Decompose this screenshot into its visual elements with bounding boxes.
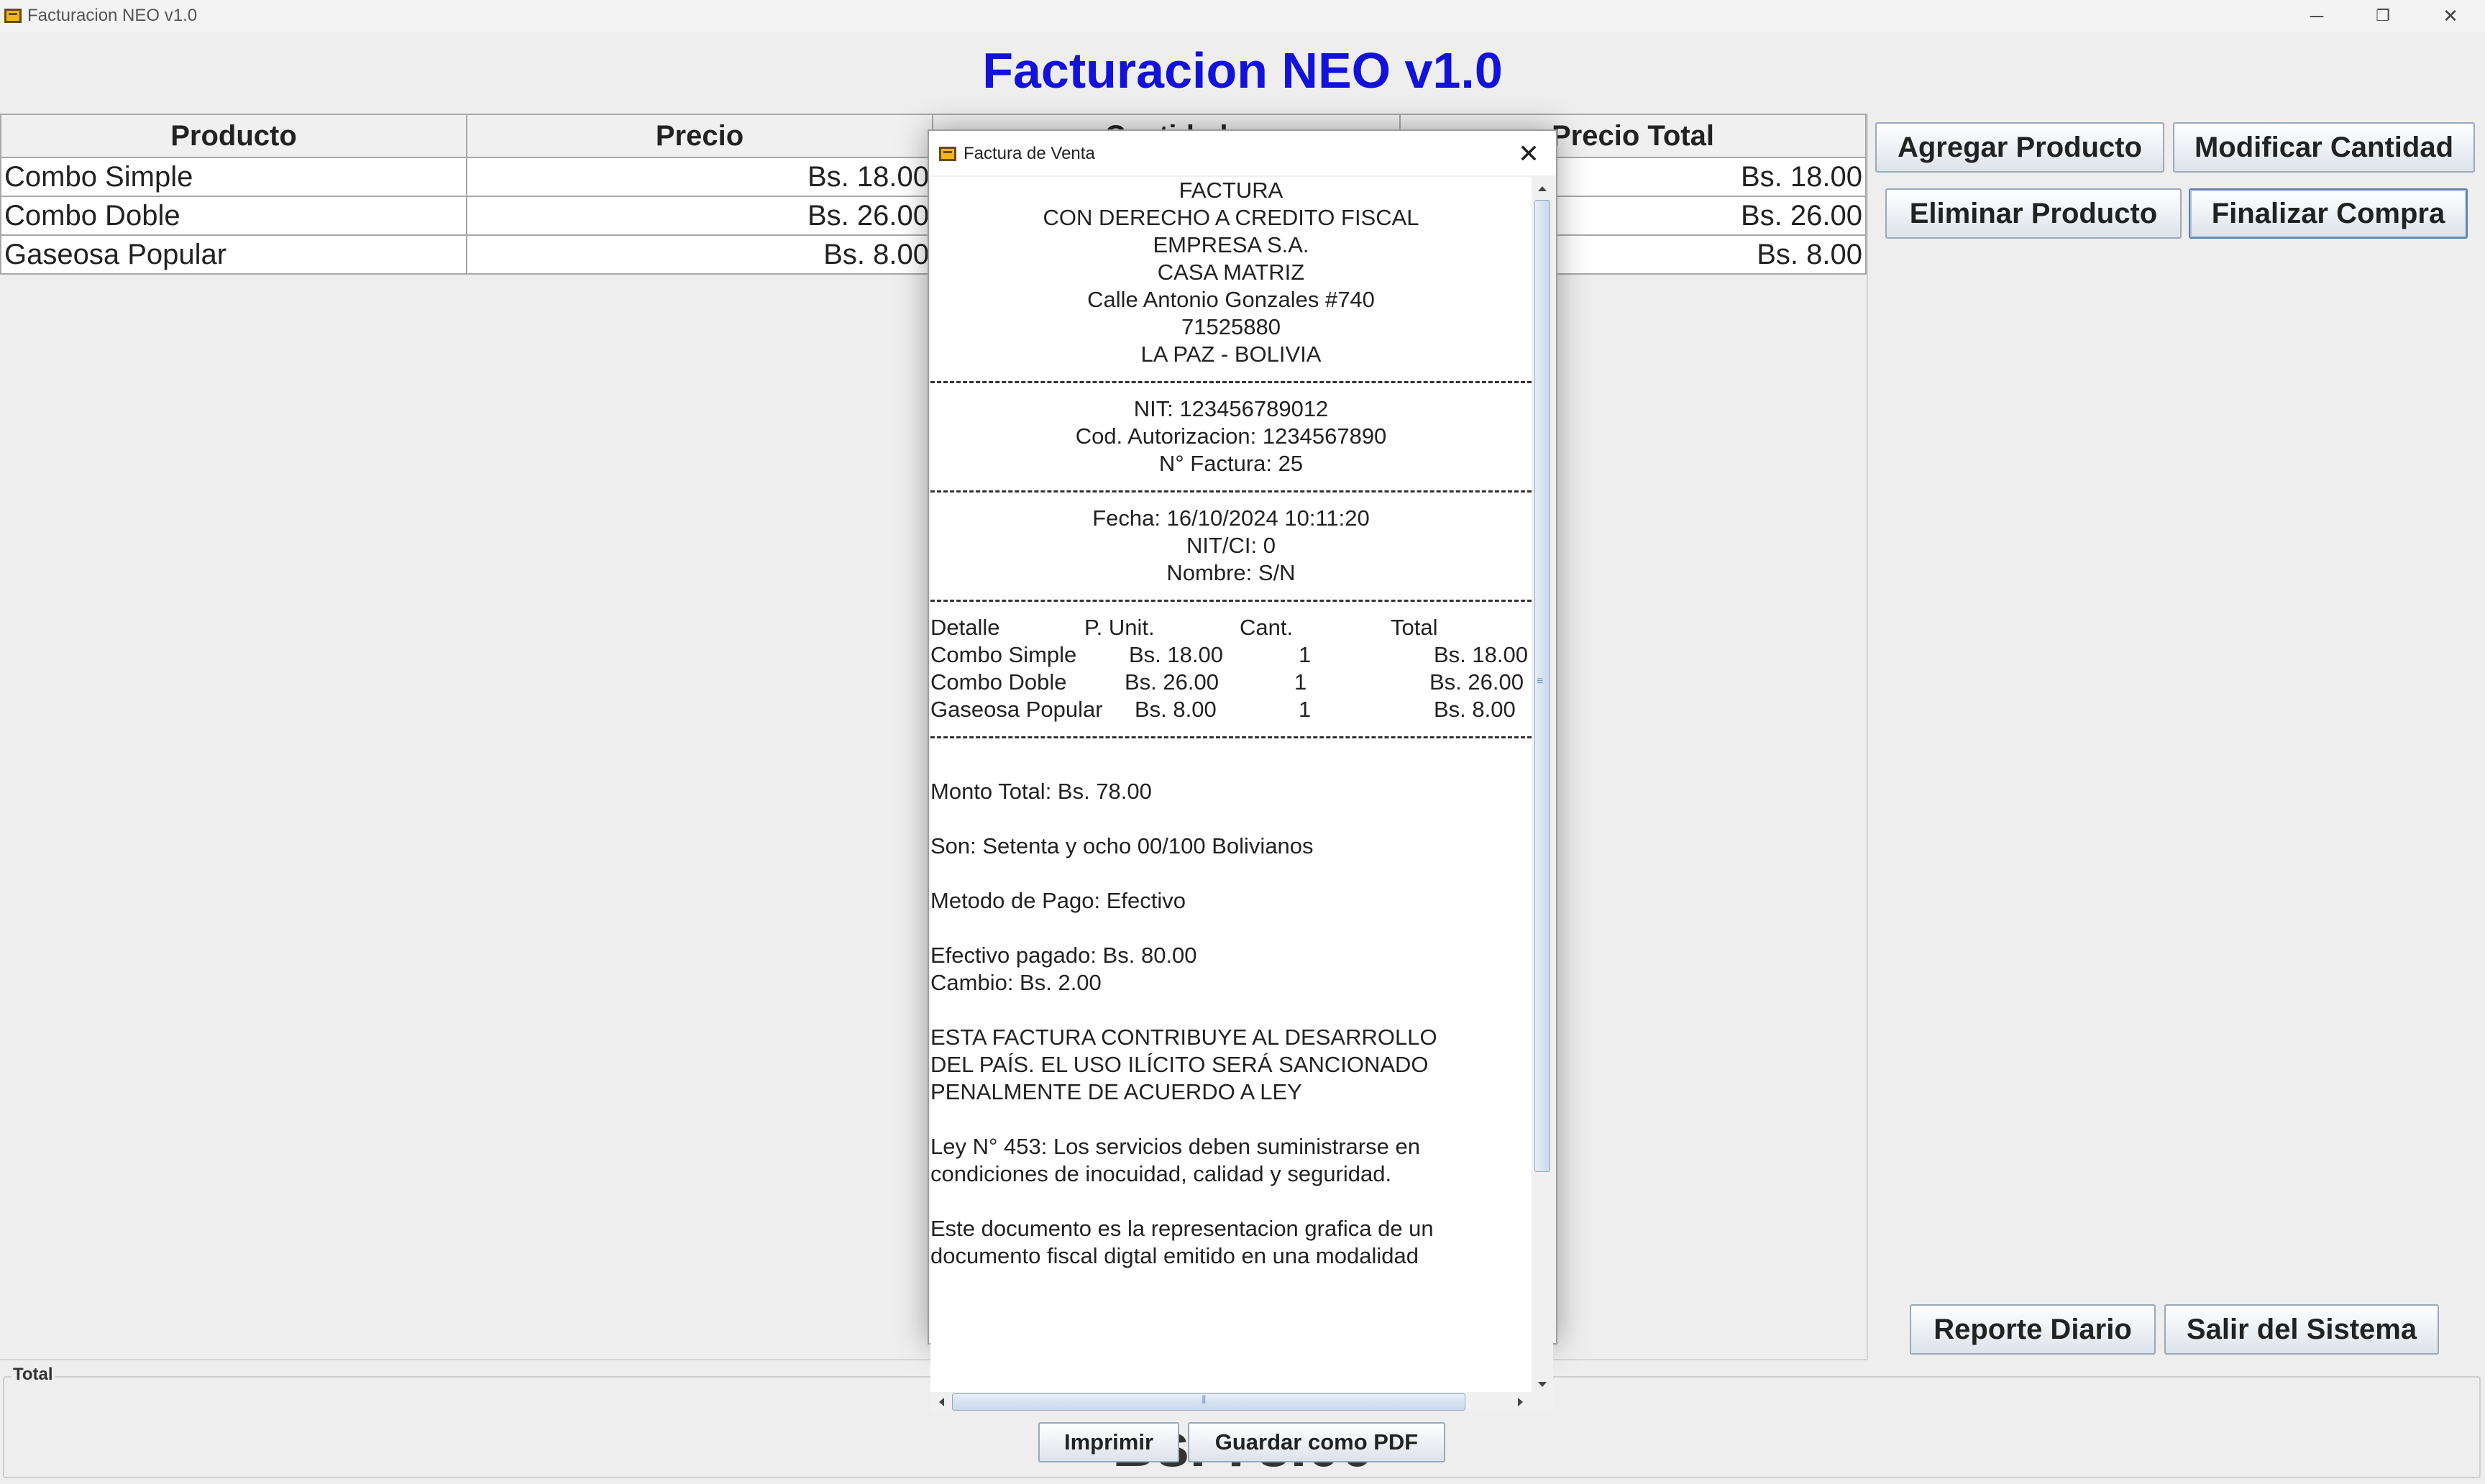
item-total: Bs. 18.00	[1434, 642, 1528, 667]
receipt-cambio: Cambio: Bs. 2.00	[930, 970, 1102, 995]
receipt-leyenda: ESTA FACTURA CONTRIBUYE AL DESARROLLO	[930, 1025, 1437, 1050]
vertical-scrollbar[interactable]: ≡	[1532, 178, 1553, 1396]
scroll-right-arrow[interactable]	[1510, 1392, 1532, 1412]
chevron-down-icon	[1538, 1382, 1547, 1387]
vertical-scroll-thumb[interactable]: ≡	[1534, 200, 1550, 1172]
close-button[interactable]: ✕	[2416, 0, 2485, 32]
receipt-line: CON DERECHO A CREDITO FISCAL	[1043, 205, 1419, 230]
item-detalle: Gaseosa Popular	[930, 697, 1103, 722]
guardar-pdf-button[interactable]: Guardar como PDF	[1188, 1422, 1445, 1462]
window-titlebar: Facturacion NEO v1.0 ─ ❐ ✕	[0, 0, 2485, 32]
receipt-divider	[930, 600, 1532, 602]
app-icon	[4, 9, 22, 23]
grip-icon: ‖	[1202, 1394, 1207, 1406]
chevron-left-icon	[939, 1398, 944, 1406]
receipt-line: EMPRESA S.A.	[1153, 232, 1309, 257]
scroll-left-arrow[interactable]	[930, 1392, 952, 1412]
finalizar-compra-button[interactable]: Finalizar Compra	[2189, 188, 2468, 239]
items-header-cant: Cant.	[1240, 615, 1294, 640]
dialog-app-icon	[939, 147, 956, 161]
column-header-precio[interactable]: Precio	[466, 114, 933, 158]
horizontal-scroll-thumb[interactable]: ‖	[952, 1393, 1465, 1411]
receipt-efectivo: Efectivo pagado: Bs. 80.00	[930, 943, 1197, 968]
items-header-detalle: Detalle	[930, 615, 1000, 640]
receipt-line: Nombre: S/N	[1166, 560, 1296, 585]
receipt-line: 71525880	[1181, 314, 1281, 339]
grip-icon: ≡	[1537, 675, 1544, 687]
chevron-right-icon	[1518, 1398, 1523, 1406]
receipt-leyenda: DEL PAÍS. EL USO ILÍCITO SERÁ SANCIONADO	[930, 1052, 1429, 1077]
receipt-line: NIT: 123456789012	[1133, 396, 1329, 421]
restore-button[interactable]: ❐	[2348, 0, 2417, 32]
column-header-producto[interactable]: Producto	[0, 114, 467, 158]
close-icon: ✕	[1517, 139, 1540, 168]
item-detalle: Combo Simple	[930, 642, 1077, 667]
cell-producto[interactable]: Combo Simple	[0, 157, 467, 197]
window-title: Facturacion NEO v1.0	[27, 6, 198, 25]
item-total: Bs. 8.00	[1434, 697, 1516, 722]
imprimir-button[interactable]: Imprimir	[1038, 1422, 1179, 1462]
items-header-punit: P. Unit.	[1084, 615, 1155, 640]
receipt-line: CASA MATRIZ	[1157, 260, 1305, 285]
eliminar-producto-button[interactable]: Eliminar Producto	[1885, 188, 2182, 239]
horizontal-scrollbar[interactable]: ‖	[930, 1392, 1553, 1412]
scroll-up-arrow[interactable]	[1532, 178, 1553, 198]
receipt-son: Son: Setenta y ocho 00/100 Bolivianos	[930, 833, 1314, 858]
receipt-doc: Este documento es la representacion graf…	[930, 1216, 1434, 1241]
agregar-producto-button[interactable]: Agregar Producto	[1875, 122, 2164, 173]
receipt-doc: documento fiscal digtal emitido en una m…	[930, 1243, 1419, 1268]
cell-producto[interactable]: Gaseosa Popular	[0, 234, 467, 275]
chevron-up-icon	[1538, 186, 1547, 191]
modificar-cantidad-button[interactable]: Modificar Cantidad	[2173, 122, 2475, 173]
receipt-line: Calle Antonio Gonzales #740	[1087, 287, 1375, 312]
dialog-title: Factura de Venta	[964, 144, 1095, 163]
item-punit: Bs. 8.00	[1135, 697, 1217, 722]
receipt-ley: Ley N° 453: Los servicios deben suminist…	[930, 1134, 1420, 1159]
receipt-divider	[930, 490, 1532, 493]
receipt-leyenda: PENALMENTE DE ACUERDO A LEY	[930, 1079, 1302, 1104]
item-detalle: Combo Doble	[930, 669, 1067, 695]
minimize-icon: ─	[2310, 4, 2324, 27]
receipt-line: FACTURA	[1179, 178, 1283, 203]
cell-precio[interactable]: Bs. 8.00	[466, 234, 933, 275]
item-cant: 1	[1299, 642, 1312, 667]
app-heading: Facturacion NEO v1.0	[982, 42, 1503, 99]
receipt-ley: condiciones de inocuidad, calidad y segu…	[930, 1161, 1392, 1186]
receipt-line: NIT/CI: 0	[1186, 533, 1276, 558]
receipt-divider	[930, 736, 1532, 738]
items-header-total: Total	[1391, 615, 1438, 640]
item-punit: Bs. 26.00	[1125, 669, 1219, 695]
cell-precio[interactable]: Bs. 18.00	[466, 157, 933, 197]
item-total: Bs. 26.00	[1429, 669, 1524, 695]
reporte-diario-button[interactable]: Reporte Diario	[1910, 1304, 2156, 1355]
invoice-dialog: Factura de Venta ✕ FACTURA CON DERECHO A…	[928, 129, 1557, 1462]
dialog-close-button[interactable]: ✕	[1513, 138, 1544, 170]
receipt-line: N° Factura: 25	[1158, 451, 1304, 476]
receipt-divider	[930, 381, 1532, 383]
receipt-line: Cod. Autorizacion: 1234567890	[1075, 423, 1387, 449]
item-cant: 1	[1294, 669, 1307, 695]
total-label: Total	[12, 1365, 55, 1385]
salir-sistema-button[interactable]: Salir del Sistema	[2164, 1304, 2439, 1355]
receipt-metodo-pago: Metodo de Pago: Efectivo	[930, 888, 1186, 913]
minimize-button[interactable]: ─	[2282, 0, 2351, 32]
close-icon: ✕	[2443, 4, 2458, 27]
item-cant: 1	[1299, 697, 1312, 722]
restore-icon: ❐	[2376, 6, 2390, 24]
receipt-text-area[interactable]: FACTURA CON DERECHO A CREDITO FISCAL EMP…	[930, 177, 1532, 1395]
receipt-monto-total: Monto Total: Bs. 78.00	[930, 779, 1152, 804]
receipt-line: Fecha: 16/10/2024 10:11:20	[1092, 505, 1370, 531]
cell-precio[interactable]: Bs. 26.00	[466, 196, 933, 236]
cell-producto[interactable]: Combo Doble	[0, 196, 467, 236]
item-punit: Bs. 18.00	[1129, 642, 1223, 667]
receipt-line: LA PAZ - BOLIVIA	[1140, 342, 1322, 367]
dialog-titlebar: Factura de Venta ✕	[929, 131, 1556, 175]
